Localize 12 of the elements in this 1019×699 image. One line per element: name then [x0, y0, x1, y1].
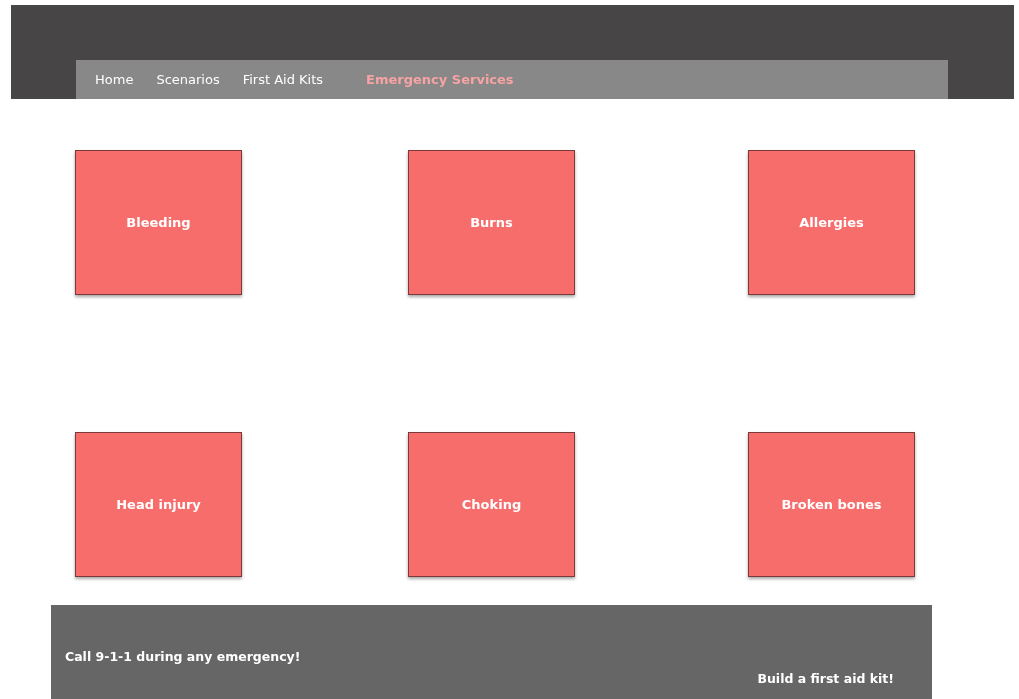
- scenario-card[interactable]: Choking: [408, 431, 575, 577]
- scenario-card[interactable]: Bleeding: [75, 150, 242, 295]
- scenario-card[interactable]: Broken bones: [748, 431, 915, 577]
- nav-link[interactable]: Emergency Services: [366, 72, 514, 87]
- nav-link[interactable]: Home: [95, 72, 134, 87]
- scenario-card[interactable]: Burns: [408, 150, 575, 295]
- scenario-card[interactable]: Head injury: [75, 431, 242, 577]
- first-aid-kit-link[interactable]: Build a first aid kit!: [757, 671, 894, 686]
- scenario-card[interactable]: Allergies: [748, 150, 915, 295]
- nav-link[interactable]: Scenarios: [156, 72, 220, 87]
- nav-link[interactable]: First Aid Kits: [242, 72, 324, 87]
- footer-message: Call 9-1-1 during any emergency!: [65, 649, 301, 664]
